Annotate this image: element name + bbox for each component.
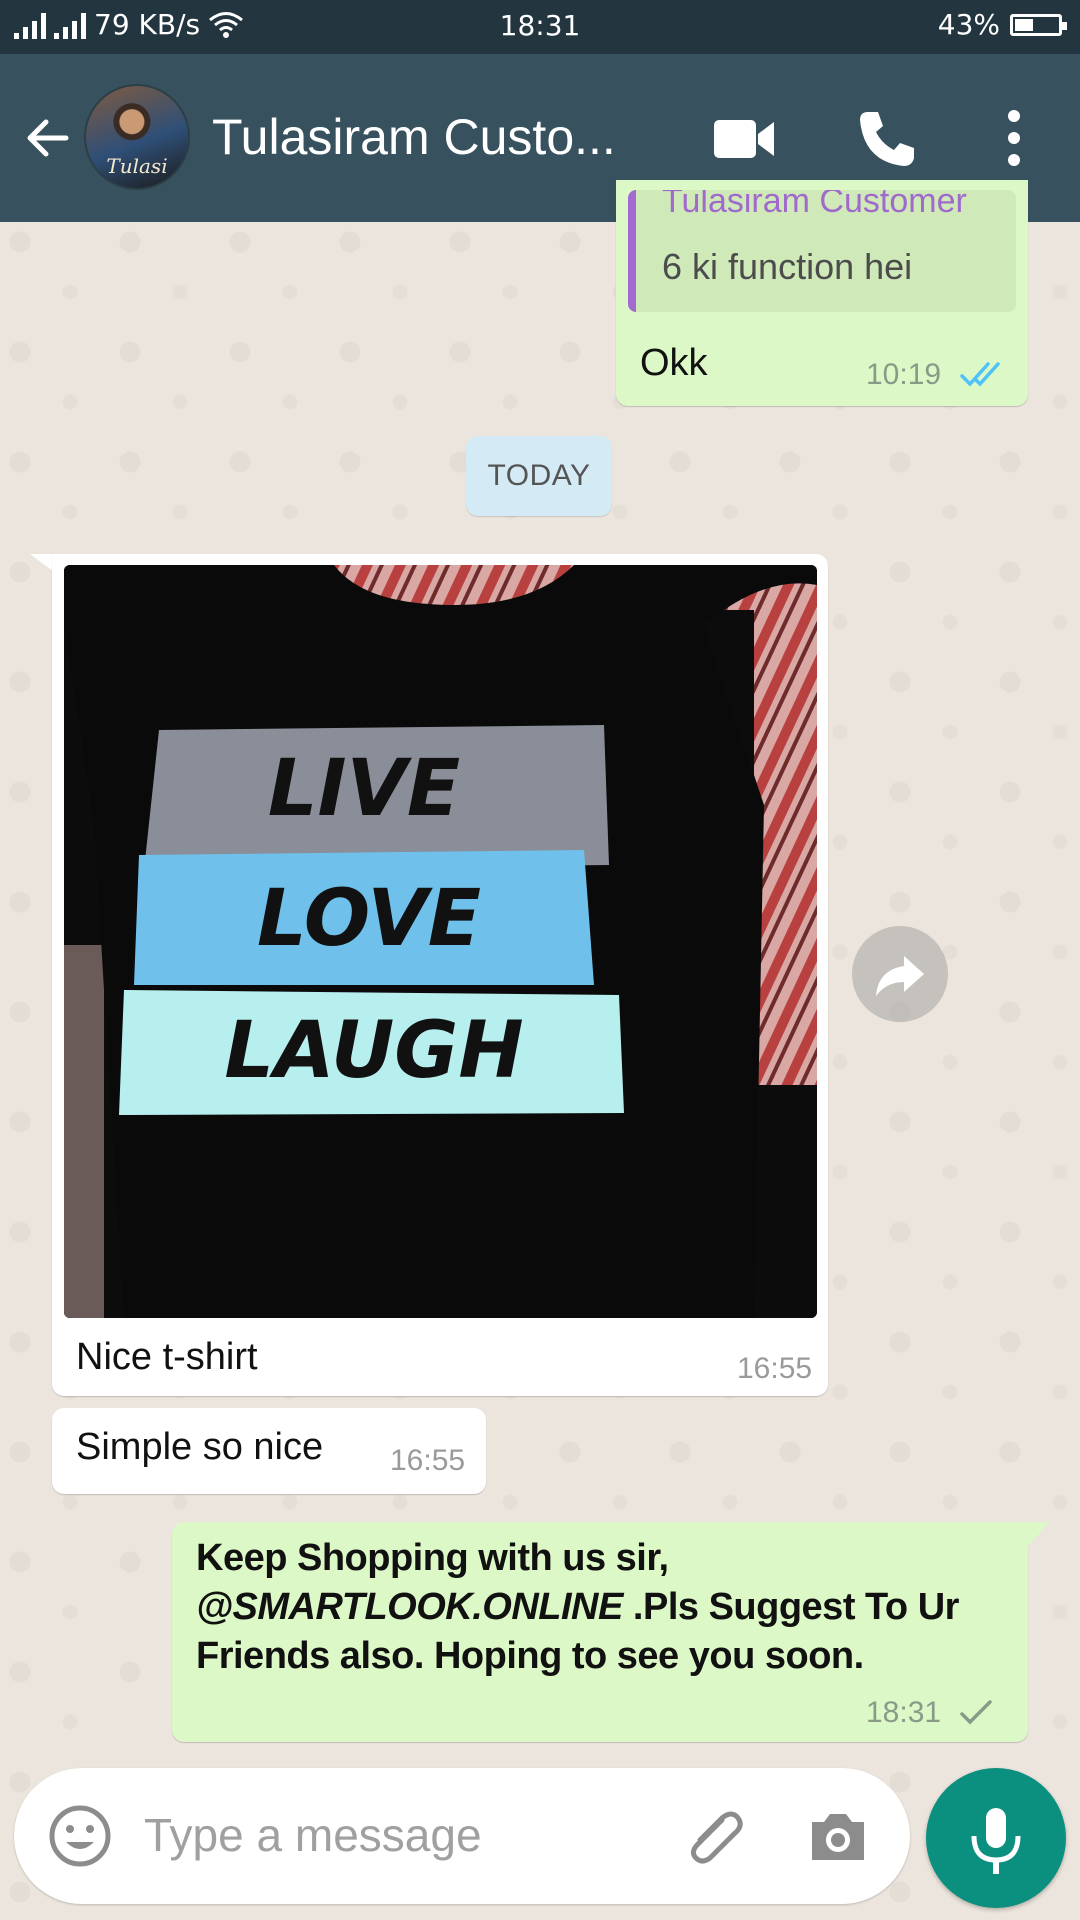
double-check-icon [960, 362, 1000, 387]
tshirt-photo[interactable]: LIVE LOVE LAUGH [64, 565, 817, 1318]
single-check-icon [960, 1700, 992, 1725]
status-time: 18:31 [499, 9, 581, 42]
status-bar: 79 KB/s 18:31 43% [0, 0, 1080, 54]
quoted-text: 6 ki function hei [662, 246, 913, 287]
message-input[interactable]: Type a message [144, 1808, 482, 1862]
battery-percent: 43% [937, 8, 1000, 41]
message-line-3: Friends also. Hoping to see you soon. [196, 1635, 864, 1677]
camera-icon[interactable] [804, 1802, 872, 1870]
avatar-signature: Tulasi [106, 154, 168, 178]
bubble-tail [1026, 1522, 1050, 1548]
more-vert-icon[interactable] [980, 104, 1048, 172]
message-time: 10:19 [866, 358, 942, 391]
voice-record-button[interactable] [926, 1768, 1066, 1908]
contact-name[interactable]: Tulasiram Custo... [212, 108, 616, 166]
quoted-message[interactable]: Tulasiram Customer 6 ki function hei [628, 190, 1016, 312]
message-line-1: Keep Shopping with us sir, [196, 1537, 669, 1579]
message-text: Okk [640, 342, 708, 384]
message-composer: Type a message [14, 1768, 910, 1904]
mic-icon [971, 1808, 1021, 1874]
message-time: 16:55 [390, 1444, 466, 1477]
forward-button[interactable] [852, 926, 948, 1022]
shirt-word-laugh: LAUGH [224, 1006, 523, 1096]
shirt-word-live: LIVE [268, 744, 460, 834]
quoted-sender: Tulasiram Customer [662, 190, 967, 220]
date-separator: TODAY [466, 436, 612, 516]
shirt-word-love: LOVE [257, 874, 481, 964]
message-line-2-rest: .Pls Suggest To Ur [622, 1586, 960, 1628]
image-caption: Nice t-shirt [76, 1336, 258, 1378]
attach-icon[interactable] [682, 1802, 750, 1870]
shop-handle: @SMARTLOOK.ONLINE [196, 1586, 623, 1628]
message-text: Keep Shopping with us sir, @SMARTLOOK.ON… [196, 1534, 1016, 1681]
message-line-2: @SMARTLOOK.ONLINE .Pls Suggest To Ur [196, 1583, 1016, 1632]
battery-icon [1010, 13, 1067, 36]
message-time: 16:55 [737, 1352, 813, 1385]
back-arrow-icon[interactable] [20, 110, 76, 166]
forward-icon [876, 956, 924, 996]
contact-avatar[interactable]: Tulasi [84, 84, 190, 190]
emoji-icon[interactable] [46, 1802, 114, 1870]
message-time: 18:31 [866, 1696, 942, 1729]
tshirt-image: LIVE LOVE LAUGH [64, 565, 817, 1318]
phone-icon[interactable] [854, 104, 922, 172]
video-call-icon[interactable] [710, 104, 778, 172]
message-text: Simple so nice [76, 1426, 324, 1468]
